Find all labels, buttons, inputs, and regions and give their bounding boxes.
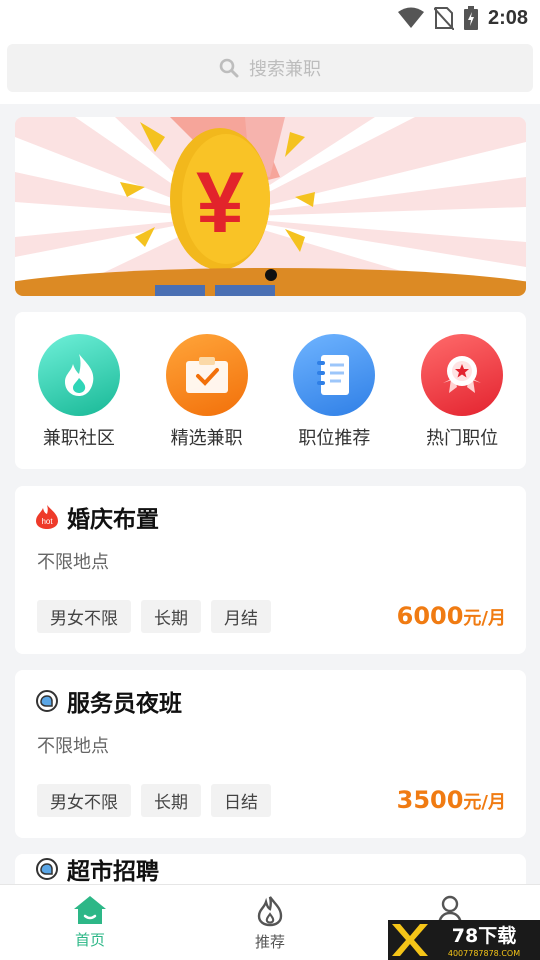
watermark-brand: 78下载 [452,924,516,947]
tab-label: 首页 [74,931,105,949]
status-bar: 2:08 [0,0,540,36]
job-title: 超市招聘 [67,859,159,885]
yen-symbol: ¥ [196,155,244,251]
category-label: 精选兼职 [170,428,243,449]
no-sim-icon [433,7,454,30]
job-title: 婚庆布置 [67,507,159,533]
status-icons: 2:08 [397,6,528,30]
hand-wave-icon [36,690,58,712]
site-watermark: 78下载 4007787878.COM [388,920,540,960]
job-tag: 男女不限 [37,784,131,817]
salary-unit: 元/月 [463,608,506,629]
job-tags: 男女不限 长期 月结 [37,600,271,633]
salary-amount: 6000 [396,602,464,630]
job-title-row: 超市招聘 [35,852,159,886]
job-salary: 6000元/月 [397,602,506,630]
hot-badge-text: hot [41,517,53,526]
category-label: 职位推荐 [298,428,371,449]
category-hot[interactable]: 热门职位 [407,334,517,469]
watermark-site: 4007787878.COM [448,949,520,958]
category-community[interactable]: 兼职社区 [24,334,134,469]
search-placeholder: 搜索兼职 [249,59,321,80]
job-tag: 日结 [211,784,271,817]
job-title: 服务员夜班 [67,691,182,717]
clipboard-check-icon [165,334,248,416]
tab-label: 推荐 [254,933,285,951]
job-salary: 3500元/月 [397,786,506,814]
clock-time: 2:08 [487,6,528,29]
job-card[interactable]: hot 婚庆布置 不限地点 男女不限 长期 月结 6000元/月 [15,486,526,654]
hand-wave-icon [36,858,58,880]
search-area: 搜索兼职 [0,36,540,104]
job-title-row: 服务员夜班 [35,684,182,718]
job-tag: 长期 [141,784,201,817]
tab-home[interactable]: 首页 [0,885,180,960]
tab-recommend[interactable]: 推荐 [180,885,360,960]
category-recommend[interactable]: 职位推荐 [279,334,389,469]
category-label: 热门职位 [426,428,499,449]
job-title-row: hot 婚庆布置 [35,500,159,534]
job-location: 不限地点 [37,736,109,757]
job-tag: 长期 [141,600,201,633]
carousel-indicator[interactable] [265,269,277,281]
job-tag: 月结 [211,600,271,633]
search-icon [219,58,239,78]
hot-badge-icon: hot [36,505,58,529]
wifi-icon [397,7,424,28]
battery-charging-icon [463,6,478,30]
salary-unit: 元/月 [463,792,506,813]
flame-icon [37,334,120,416]
job-location: 不限地点 [37,552,109,573]
job-tag: 男女不限 [37,600,131,633]
flame-outline-icon [257,896,283,927]
category-featured[interactable]: 精选兼职 [152,334,262,469]
notebook-icon [293,334,376,416]
award-ribbon-icon [421,334,504,416]
category-grid: 兼职社区 精选兼职 职位推荐 热门职位 [15,312,526,469]
category-label: 兼职社区 [42,428,115,449]
search-bar[interactable]: 搜索兼职 [7,44,533,92]
job-card[interactable]: 服务员夜班 不限地点 男女不限 长期 日结 3500元/月 [15,670,526,838]
home-icon [74,896,106,924]
job-tags: 男女不限 长期 日结 [37,784,271,817]
promo-banner[interactable]: ¥ [15,117,526,296]
salary-amount: 3500 [396,786,464,814]
